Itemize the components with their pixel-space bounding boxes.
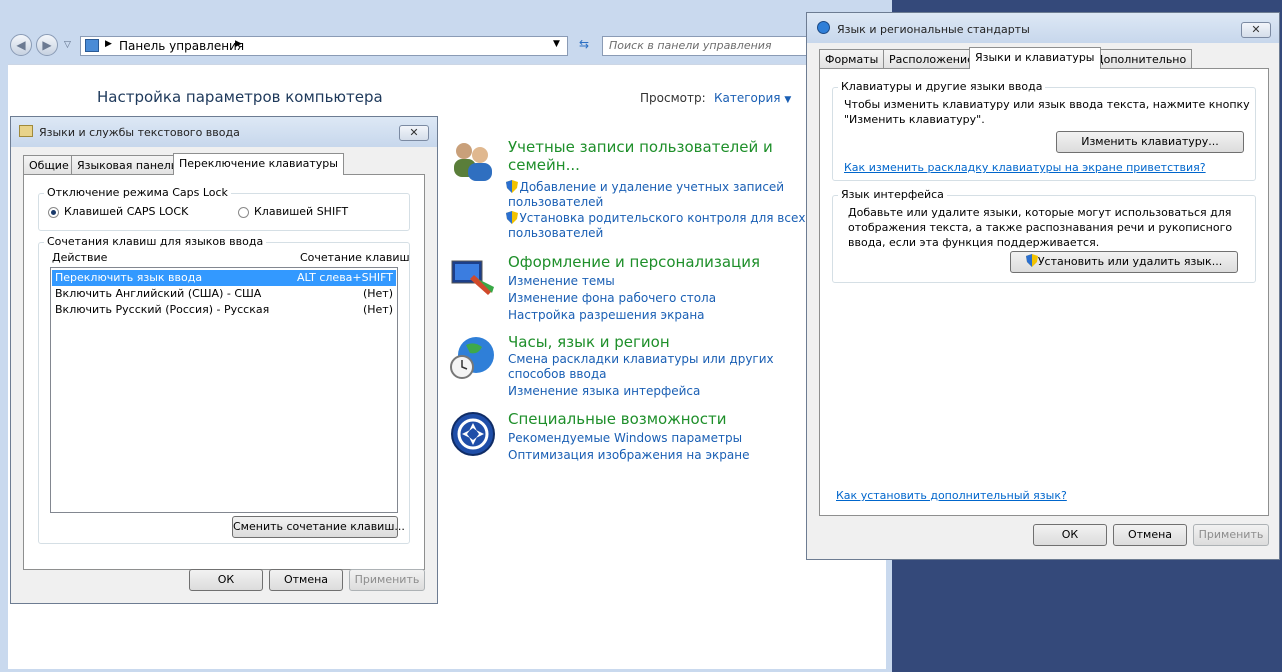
dialog-title: Языки и службы текстового ввода	[39, 126, 240, 139]
close-icon[interactable]: ✕	[1241, 22, 1271, 38]
back-button[interactable]: ◀	[10, 34, 32, 56]
control-panel-icon	[85, 39, 99, 52]
breadcrumb[interactable]: Панель управления	[119, 39, 244, 53]
welcome-screen-layout-link[interactable]: Как изменить раскладку клавиатуры на экр…	[844, 161, 1206, 174]
page-title: Настройка параметров компьютера	[97, 88, 383, 106]
close-icon[interactable]: ✕	[399, 125, 429, 141]
column-action: Действие	[52, 251, 108, 264]
accessibility-links: Рекомендуемые Windows параметры Оптимиза…	[508, 430, 749, 464]
view-by-label: Просмотр:	[640, 91, 706, 105]
tab-formats[interactable]: Форматы	[819, 49, 885, 69]
caps-lock-group-label: Отключение режима Caps Lock	[44, 186, 231, 199]
category-accessibility-title[interactable]: Специальные возможности	[508, 410, 726, 428]
tab-advanced[interactable]: Дополнительно	[1089, 49, 1193, 69]
tab-language-bar[interactable]: Языковая панель	[71, 155, 184, 175]
link-change-theme[interactable]: Изменение темы	[508, 273, 716, 290]
radio-shift[interactable]	[238, 207, 249, 218]
link-parental-controls[interactable]: Установка родительского контроля для все…	[508, 211, 805, 241]
refresh-icon[interactable]: ⇆	[572, 37, 596, 55]
table-row[interactable]: Переключить язык ввода ALT слева+SHIFT	[52, 270, 396, 286]
table-row[interactable]: Включить Английский (США) - США (Нет)	[52, 286, 396, 302]
apply-button[interactable]: Применить	[1193, 524, 1269, 546]
apply-button[interactable]: Применить	[349, 569, 425, 591]
cancel-button[interactable]: Отмена	[1113, 524, 1187, 546]
regional-settings-dialog: Язык и региональные стандарты ✕ Форматы …	[806, 12, 1280, 560]
category-users-title[interactable]: Учетные записи пользователей и семейн...	[508, 138, 773, 174]
link-screen-resolution[interactable]: Настройка разрешения экрана	[508, 307, 716, 324]
globe-icon	[817, 21, 830, 34]
link-change-keyboard[interactable]: Смена раскладки клавиатуры или других спо…	[508, 352, 774, 382]
recent-pages-icon[interactable]: ▽	[64, 40, 71, 50]
tab-page: Клавиатуры и другие языки ввода Чтобы из…	[819, 68, 1269, 516]
forward-button[interactable]: ▶	[36, 34, 58, 56]
cancel-button[interactable]: Отмена	[269, 569, 343, 591]
address-bar[interactable]: ▶ Панель управления ▶ ▼	[80, 36, 568, 56]
breadcrumb-arrow-icon[interactable]: ▶	[235, 39, 242, 49]
radio-caps-lock-label[interactable]: Клавишей CAPS LOCK	[64, 205, 188, 218]
display-language-description: Добавьте или удалите языки, которые могу…	[848, 206, 1233, 249]
link-add-remove-accounts[interactable]: Добавление и удаление учетных записей пол…	[508, 180, 784, 210]
appearance-links: Изменение темы Изменение фона рабочего с…	[508, 273, 716, 324]
clock-globe-icon[interactable]	[448, 333, 496, 381]
ok-button[interactable]: ОК	[1033, 524, 1107, 546]
dialog-titlebar[interactable]: Языки и службы текстового ввода ✕	[11, 117, 437, 147]
keyboard-icon	[19, 125, 33, 137]
chevron-down-icon: ▼	[784, 95, 792, 105]
tab-keyboard-switch[interactable]: Переключение клавиатуры	[173, 153, 344, 175]
link-recommended-settings[interactable]: Рекомендуемые Windows параметры	[508, 430, 749, 447]
accessibility-icon[interactable]	[450, 411, 496, 457]
hotkeys-group-label: Сочетания клавиш для языков ввода	[44, 235, 267, 248]
shield-icon	[1025, 254, 1038, 267]
radio-caps-lock[interactable]	[48, 207, 59, 218]
link-optimize-display[interactable]: Оптимизация изображения на экране	[508, 447, 749, 464]
dialog-title: Язык и региональные стандарты	[837, 23, 1030, 36]
ok-button[interactable]: ОК	[189, 569, 263, 591]
install-extra-language-link[interactable]: Как установить дополнительный язык?	[836, 489, 1067, 502]
text-services-dialog: Языки и службы текстового ввода ✕ Общие …	[10, 116, 438, 604]
category-appearance-title[interactable]: Оформление и персонализация	[508, 253, 760, 271]
tab-general[interactable]: Общие	[23, 155, 75, 175]
display-language-group-label: Язык интерфейса	[838, 188, 947, 201]
users-icon[interactable]	[448, 137, 496, 185]
tab-languages-keyboards[interactable]: Языки и клавиатуры	[969, 47, 1101, 69]
keyboards-description: Чтобы изменить клавиатуру или язык ввода…	[844, 98, 1250, 126]
change-keyboard-button[interactable]: Изменить клавиатуру...	[1056, 131, 1244, 153]
view-by-dropdown[interactable]: Категория ▼	[714, 91, 791, 105]
keyboards-group-label: Клавиатуры и другие языки ввода	[838, 80, 1046, 93]
radio-shift-label[interactable]: Клавишей SHIFT	[254, 205, 348, 218]
table-row[interactable]: Включить Русский (Россия) - Русская (Нет)	[52, 302, 396, 318]
breadcrumb-arrow-icon: ▶	[105, 39, 112, 49]
address-dropdown-icon[interactable]: ▼	[553, 39, 560, 49]
change-hotkey-button[interactable]: Сменить сочетание клавиш...	[232, 516, 405, 538]
link-change-wallpaper[interactable]: Изменение фона рабочего стола	[508, 290, 716, 307]
category-clock-region-title[interactable]: Часы, язык и регион	[508, 333, 670, 351]
tab-page: Отключение режима Caps Lock Клавишей CAP…	[23, 174, 425, 570]
dialog-titlebar[interactable]: Язык и региональные стандарты ✕	[807, 13, 1279, 43]
personalization-icon[interactable]	[448, 257, 496, 297]
install-language-button[interactable]: Установить или удалить язык...	[1010, 251, 1238, 273]
column-keys: Сочетание клавиш	[300, 251, 410, 264]
link-change-display-language[interactable]: Изменение языка интерфейса	[508, 384, 700, 398]
tab-location[interactable]: Расположение	[883, 49, 980, 69]
hotkeys-list[interactable]: Переключить язык ввода ALT слева+SHIFT Вк…	[50, 267, 398, 513]
